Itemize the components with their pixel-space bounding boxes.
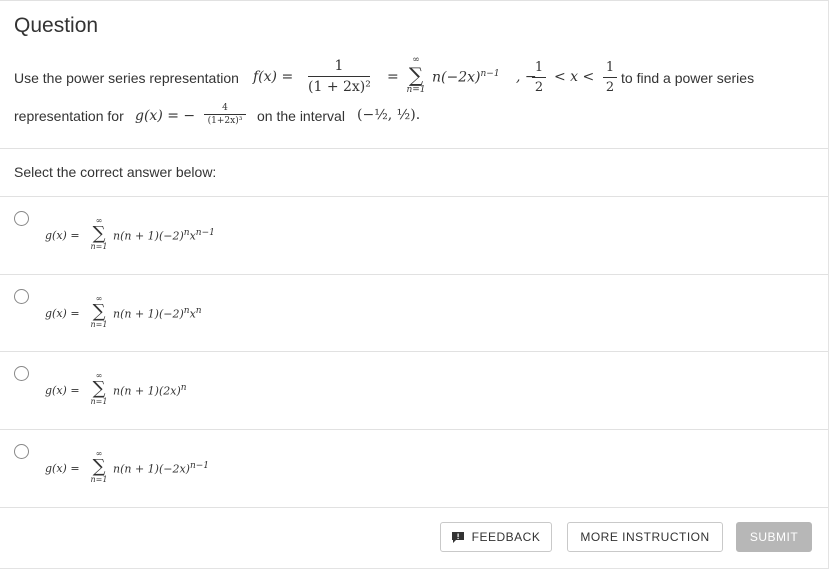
sigma-icon: ∑	[92, 223, 106, 244]
sum-lower-limit: n=1	[406, 85, 426, 95]
option-2-term-base: n(n + 1)(−2)	[113, 307, 184, 321]
option-4-lhs: g(x) =	[45, 462, 80, 475]
interval-text: on the interval	[257, 108, 345, 124]
question-line2-text: representation for	[14, 108, 124, 124]
sigma-icon: ∑	[408, 63, 424, 87]
f-fraction-bar	[308, 76, 370, 77]
radio-button-1[interactable]	[14, 211, 29, 226]
question-panel: Question Use the power series representa…	[0, 0, 829, 569]
option-3-term: n(n + 1)(2x)n	[113, 383, 187, 398]
option-4-exp1: n−1	[189, 461, 210, 471]
sigma-icon: ∑	[92, 456, 106, 477]
answer-option-3[interactable]: g(x) = ∞ ∑ n=1 n(n + 1)(2x)n	[0, 352, 828, 429]
answer-option-2[interactable]: g(x) = ∞ ∑ n=1 n(n + 1)(−2)nxn	[0, 275, 828, 352]
half-fraction-right: 1 2	[603, 60, 617, 95]
g-denominator: (1+2x)³	[207, 116, 243, 126]
half-right-num: 1	[605, 60, 615, 75]
answer-option-1[interactable]: g(x) = ∞ ∑ n=1 n(n + 1)(−2)nxn−1	[0, 197, 828, 274]
radio-button-3[interactable]	[14, 366, 29, 381]
answer-option-4[interactable]: g(x) = ∞ ∑ n=1 n(n + 1)(−2x)n−1	[0, 430, 828, 507]
g-fraction-bar	[204, 114, 246, 115]
option-4-sum-bottom: n=1	[90, 475, 108, 484]
option-3-lhs: g(x) =	[45, 384, 80, 397]
option-2-sum-bottom: n=1	[90, 320, 108, 329]
g-fraction: 4 (1+2x)³	[204, 103, 246, 126]
feedback-button[interactable]: FEEDBACK	[440, 522, 552, 552]
answer-prompt: Select the correct answer below:	[14, 164, 217, 180]
g-lhs: g(x) = −	[135, 108, 196, 124]
option-3-sum-bottom: n=1	[90, 397, 108, 406]
option-3-term-base: n(n + 1)(2x)	[113, 384, 181, 398]
f-denominator: (1 + 2x)²	[308, 79, 371, 95]
option-1-term: n(n + 1)(−2)nxn−1	[113, 228, 215, 243]
option-2-term: n(n + 1)(−2)nxn	[113, 306, 202, 321]
radio-button-2[interactable]	[14, 289, 29, 304]
sigma-icon: ∑	[92, 378, 106, 399]
option-1-sum-bottom: n=1	[90, 242, 108, 251]
sum-term-exponent: n−1	[480, 69, 500, 79]
inequality: < x <	[554, 69, 595, 85]
option-1-sum: ∞ ∑ n=1	[89, 216, 109, 252]
divider-question	[0, 148, 828, 149]
divider-option-4	[0, 507, 828, 508]
feedback-label: FEEDBACK	[471, 530, 541, 544]
question-intro-text: Use the power series representation	[14, 70, 239, 86]
f-lhs: f(x) =	[253, 69, 294, 85]
option-3-exp1: n	[180, 383, 187, 393]
interval-math: (−½, ½).	[357, 107, 421, 123]
option-4-sum: ∞ ∑ n=1	[89, 449, 109, 485]
option-1-exp2: n−1	[195, 228, 215, 238]
half-right-bar	[603, 77, 617, 78]
half-left-num: 1	[534, 60, 544, 75]
half-right-den: 2	[605, 80, 615, 95]
page-title: Question	[14, 14, 99, 37]
sum-term: n(−2x)n−1	[432, 69, 500, 86]
more-instruction-button[interactable]: MORE INSTRUCTION	[567, 522, 723, 552]
summation: ∞ ∑ n=1	[403, 56, 429, 96]
half-left-den: 2	[534, 80, 544, 95]
top-divider	[0, 0, 828, 1]
option-1-lhs: g(x) =	[45, 229, 80, 242]
half-left-bar	[532, 77, 546, 78]
g-numerator: 4	[222, 103, 228, 113]
f-numerator: 1	[334, 58, 344, 74]
action-bar: FEEDBACK MORE INSTRUCTION SUBMIT	[0, 522, 828, 554]
option-1-term-base: n(n + 1)(−2)	[113, 229, 184, 243]
equals-sign: =	[387, 69, 399, 85]
option-2-sum: ∞ ∑ n=1	[89, 294, 109, 330]
feedback-flag-icon	[451, 531, 464, 543]
option-3-sum: ∞ ∑ n=1	[89, 371, 109, 407]
question-intro-suffix: to find a power series	[621, 70, 755, 86]
radio-button-4[interactable]	[14, 444, 29, 459]
option-4-term: n(n + 1)(−2x)n−1	[113, 461, 209, 476]
option-4-term-base: n(n + 1)(−2x)	[113, 462, 190, 476]
option-2-exp2: n	[195, 306, 202, 316]
submit-button[interactable]: SUBMIT	[736, 522, 812, 552]
half-fraction-left: 1 2	[532, 60, 546, 95]
sigma-icon: ∑	[92, 301, 106, 322]
option-2-lhs: g(x) =	[45, 307, 80, 320]
f-fraction: 1 (1 + 2x)²	[308, 58, 371, 95]
sum-term-base: n(−2x)	[432, 69, 481, 86]
